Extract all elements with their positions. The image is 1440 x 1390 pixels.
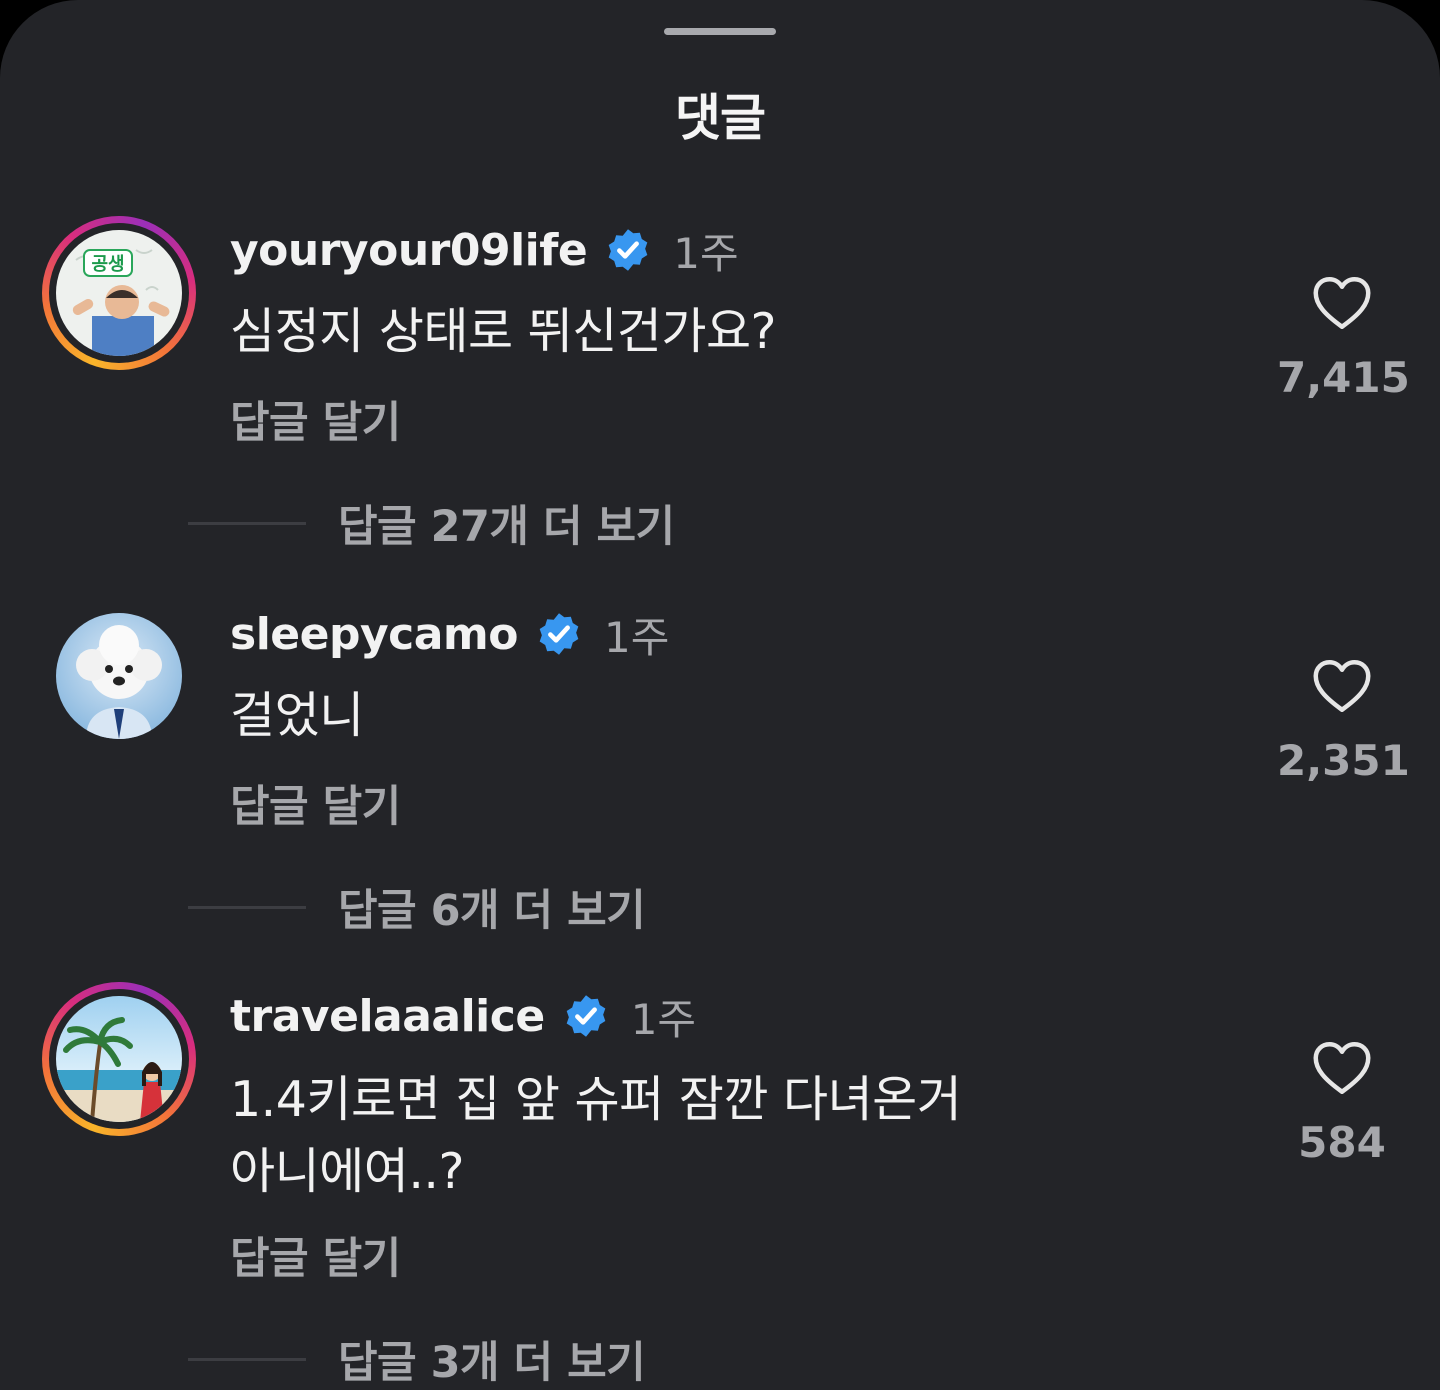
drag-handle[interactable] [664, 28, 776, 35]
username[interactable]: sleepycamo [230, 609, 518, 660]
sheet-title: 댓글 [675, 89, 766, 147]
reply-button[interactable]: 답글 달기 [230, 1224, 401, 1286]
like-control: 7,415 [1277, 275, 1410, 402]
avatar [56, 996, 182, 1122]
comment-time: 1주 [603, 612, 670, 662]
verified-badge-icon [539, 613, 579, 655]
replies-divider [188, 905, 306, 909]
reply-button[interactable]: 답글 달기 [230, 772, 401, 834]
view-replies-label: 답글 3개 더 보기 [338, 1338, 646, 1388]
replies-divider [188, 521, 306, 525]
avatar-text: 공생 [91, 254, 124, 275]
like-count: 2,351 [1277, 736, 1410, 785]
replies-divider [188, 1357, 306, 1361]
username[interactable]: youryour09life [230, 225, 588, 276]
avatar: 공생 [56, 230, 182, 356]
view-replies-button[interactable]: 답글 6개 더 보기 [188, 876, 646, 938]
verified-badge-icon [608, 229, 648, 271]
comment-text-line: 아니에여..? [230, 1143, 464, 1200]
comments-sheet: 댓글 공생 youryour09life 1주 심정지 상태로 뛰신건가요? 답… [0, 0, 1440, 1390]
avatar[interactable] [56, 613, 182, 739]
comment-time: 1주 [673, 228, 739, 278]
heart-outline-icon[interactable] [1312, 275, 1372, 331]
comment-text: 1.4키로면 집 앞 슈퍼 잠깐 다녀온거 아니에여..? [230, 1064, 1230, 1208]
view-replies-button[interactable]: 답글 3개 더 보기 [188, 1328, 646, 1390]
view-replies-button[interactable]: 답글 27개 더 보기 [188, 492, 675, 554]
avatar-story-ring[interactable]: 공생 [42, 216, 196, 370]
comment-text-line: 1.4키로면 집 앞 슈퍼 잠깐 다녀온거 [230, 1071, 962, 1128]
avatar-story-ring[interactable] [42, 982, 196, 1136]
verified-badge-icon [566, 995, 606, 1037]
reply-button[interactable]: 답글 달기 [230, 388, 401, 450]
view-replies-label: 답글 6개 더 보기 [338, 886, 646, 936]
view-replies-label: 답글 27개 더 보기 [338, 502, 675, 552]
comment-text: 걸었니 [230, 687, 364, 744]
heart-outline-icon[interactable] [1312, 658, 1372, 714]
heart-outline-icon[interactable] [1312, 1040, 1372, 1096]
like-control: 584 [1277, 1040, 1407, 1167]
like-count: 584 [1298, 1118, 1386, 1167]
like-control: 2,351 [1277, 658, 1410, 785]
username[interactable]: travelaaalice [230, 991, 545, 1042]
like-count: 7,415 [1277, 353, 1410, 402]
comment-time: 1주 [630, 994, 697, 1044]
comment-text: 심정지 상태로 뛰신건가요? [230, 303, 777, 360]
